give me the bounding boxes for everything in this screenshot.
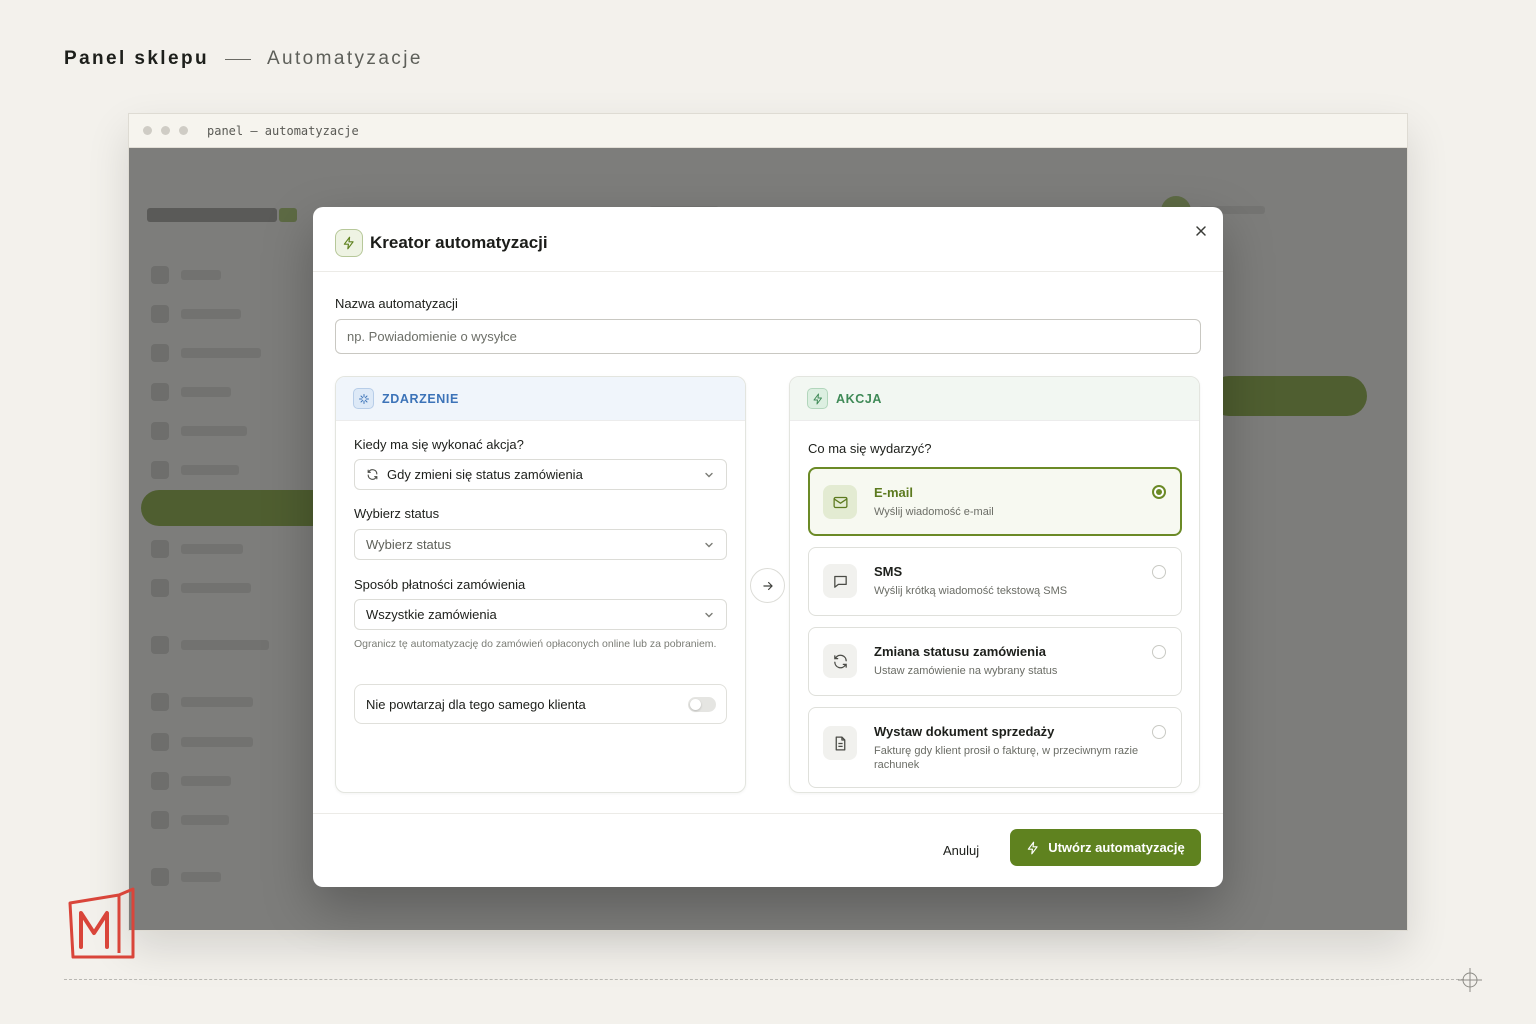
automation-name-label: Nazwa automatyzacji xyxy=(335,296,458,311)
page-header: Panel sklepu Automatyzacje xyxy=(64,48,423,70)
chevron-down-icon xyxy=(705,612,713,617)
action-option-desc: Wyślij wiadomość e-mail xyxy=(874,506,994,518)
crosshair-icon xyxy=(1458,968,1482,992)
action-option-sales-document[interactable]: Wystaw dokument sprzedaży Fakturę gdy kl… xyxy=(808,707,1182,788)
bg-primary-button xyxy=(1209,376,1367,416)
cancel-button[interactable]: Anuluj xyxy=(933,836,989,864)
status-label: Wybierz status xyxy=(354,506,440,521)
brand-logo-icon xyxy=(68,887,135,959)
app-logo-placeholder xyxy=(147,208,277,222)
refresh-icon xyxy=(823,644,857,678)
action-option-title: Wystaw dokument sprzedaży xyxy=(874,724,1055,739)
sidebar-item xyxy=(151,579,251,597)
action-heading: AKCJA xyxy=(836,391,883,406)
bolt-icon xyxy=(335,229,363,257)
sidebar-item xyxy=(151,693,253,711)
action-option-status-change[interactable]: Zmiana statusu zamówienia Ustaw zamówien… xyxy=(808,627,1182,696)
sidebar-item-active xyxy=(141,490,341,526)
action-option-radio[interactable] xyxy=(1152,565,1166,579)
automation-creator-dialog: Kreator automatyzacji Nazwa automatyzacj… xyxy=(313,207,1223,887)
no-repeat-label: Nie powtarzaj dla tego samego klienta xyxy=(366,696,586,712)
trigger-panel-header: ZDARZENIE xyxy=(336,377,745,421)
when-select[interactable]: Gdy zmieni się status zamówienia xyxy=(354,459,727,490)
action-question: Co ma się wydarzyć? xyxy=(808,441,932,456)
action-option-title: Zmiana statusu zamówienia xyxy=(874,644,1046,659)
sidebar-item xyxy=(151,266,221,284)
sidebar-item xyxy=(151,772,231,790)
window-dot-close[interactable] xyxy=(143,126,152,135)
browser-bar: panel — automatyzacje xyxy=(129,114,1407,148)
document-icon xyxy=(823,726,857,760)
payment-hint: Ogranicz tę automatyzację do zamówień op… xyxy=(354,638,717,650)
sidebar-item xyxy=(151,305,241,323)
action-option-radio[interactable] xyxy=(1152,645,1166,659)
action-option-title: E-mail xyxy=(874,485,914,500)
chevron-down-icon xyxy=(705,472,713,477)
status-select-value: Wybierz status xyxy=(366,537,452,552)
action-panel-header: AKCJA xyxy=(790,377,1199,421)
no-repeat-row: Nie powtarzaj dla tego samego klienta xyxy=(354,684,727,724)
automation-name-input[interactable] xyxy=(335,319,1201,354)
no-repeat-toggle[interactable] xyxy=(688,696,716,712)
header-divider xyxy=(224,58,251,60)
when-select-value: Gdy zmieni się status zamówienia xyxy=(387,467,583,482)
sidebar-item xyxy=(151,461,239,479)
payment-select[interactable]: Wszystkie zamówienia xyxy=(354,599,727,630)
chevron-down-icon xyxy=(705,542,713,547)
mail-icon xyxy=(823,485,857,519)
action-option-sms[interactable]: SMS Wyślij krótką wiadomość tekstową SMS xyxy=(808,547,1182,616)
action-option-title: SMS xyxy=(874,564,903,579)
sidebar-item xyxy=(151,733,253,751)
action-option-desc: Wyślij krótką wiadomość tekstową SMS xyxy=(874,585,1068,597)
sidebar-item xyxy=(151,868,221,886)
create-automation-label: Utwórz automatyzację xyxy=(1048,840,1185,855)
arrow-right-icon xyxy=(750,568,785,603)
window-dot-minimize[interactable] xyxy=(161,126,170,135)
sidebar-item xyxy=(151,811,229,829)
dialog-title: Kreator automatyzacji xyxy=(370,233,548,252)
sidebar-item xyxy=(151,383,231,401)
bottom-divider xyxy=(64,979,1464,980)
window-dot-maximize[interactable] xyxy=(179,126,188,135)
sidebar-item xyxy=(151,344,261,362)
trigger-heading: ZDARZENIE xyxy=(382,391,459,406)
payment-label: Sposób płatności zamówienia xyxy=(354,577,526,592)
when-label: Kiedy ma się wykonać akcja? xyxy=(354,437,524,452)
payment-select-value: Wszystkie zamówienia xyxy=(366,607,497,622)
app-logo-mark xyxy=(279,208,297,222)
dialog-footer: Anuluj Utwórz automatyzację xyxy=(313,813,1223,887)
page-section: Automatyzacje xyxy=(266,48,423,69)
browser-url: panel — automatyzacje xyxy=(207,123,359,138)
action-option-email[interactable]: E-mail Wyślij wiadomość e-mail xyxy=(808,467,1182,536)
status-select[interactable]: Wybierz status xyxy=(354,529,727,560)
action-option-desc: Fakturę gdy klient prosił o fakturę, w p… xyxy=(874,745,1139,771)
trigger-panel: ZDARZENIE Kiedy ma się wykonać akcja? Gd… xyxy=(335,376,746,793)
sidebar-item xyxy=(151,422,247,440)
page-title: Panel sklepu xyxy=(64,48,209,69)
bolt-icon xyxy=(807,388,828,409)
close-icon[interactable] xyxy=(1191,221,1211,241)
sidebar-item xyxy=(151,636,269,654)
dialog-header: Kreator automatyzacji xyxy=(313,207,1223,272)
action-option-radio[interactable] xyxy=(1152,485,1166,499)
sidebar-item xyxy=(151,540,243,558)
action-option-radio[interactable] xyxy=(1152,725,1166,739)
sparkle-icon xyxy=(353,388,374,409)
action-option-desc: Ustaw zamówienie na wybrany status xyxy=(874,665,1058,677)
create-automation-button[interactable]: Utwórz automatyzację xyxy=(1010,829,1201,866)
refresh-icon xyxy=(367,469,378,480)
message-icon xyxy=(823,564,857,598)
bolt-icon xyxy=(1027,841,1038,854)
action-panel: AKCJA Co ma się wydarzyć? E-mail Wyślij … xyxy=(789,376,1200,793)
